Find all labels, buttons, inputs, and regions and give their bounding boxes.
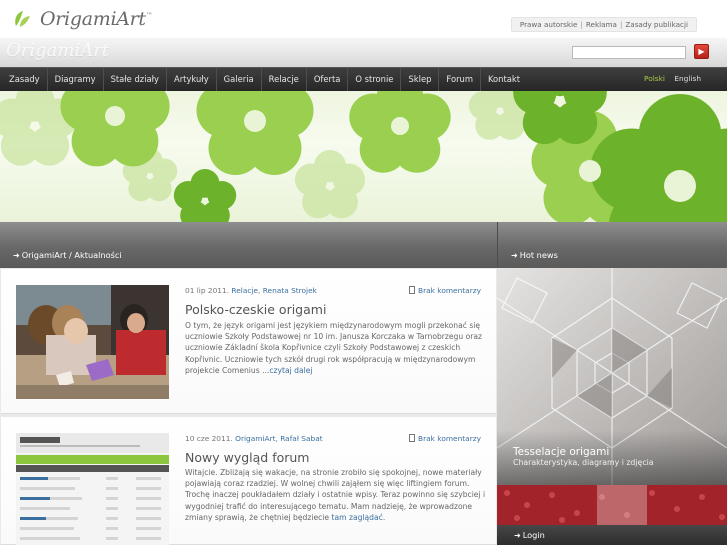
news-section-header: ➜ OrigamiArt / Aktualności (0, 222, 497, 268)
flower-pattern-image (0, 91, 727, 223)
nav-item-diagrams[interactable]: Diagramy (48, 68, 104, 92)
post-comments-link[interactable]: Brak komentarzy (409, 286, 481, 295)
nav-item-offer[interactable]: Oferta (307, 68, 349, 92)
breadcrumb[interactable]: ➜ OrigamiArt / Aktualności (13, 250, 122, 260)
logo-text: OrigamiArt™ (40, 8, 153, 30)
hot-news-item-subtitle: Charakterystyka, diagramy i zdjęcia (513, 458, 654, 467)
post-date: 01 lip 2011. (185, 286, 230, 295)
read-more-link[interactable]: czytaj dalej (269, 366, 312, 375)
post-meta: 10 cze 2011. OrigamiArt, Rafał Sabat (185, 434, 323, 443)
ghost-logo: OrigamiArt (6, 40, 110, 61)
post-category-link[interactable]: Relacje (231, 286, 258, 295)
nav-item-articles[interactable]: Artykuły (167, 68, 217, 92)
arrow-right-icon: ➜ (511, 251, 518, 260)
search-button[interactable]: ▶ (694, 44, 709, 59)
arrow-right-icon: ➜ (13, 251, 20, 260)
post-title[interactable]: Nowy wygląd forum (185, 450, 309, 465)
hot-news-item-title[interactable]: Tesselacje origami (513, 446, 609, 458)
hot-news-header: ➜ Hot news (497, 222, 727, 268)
nav-item-contact[interactable]: Kontakt (481, 68, 527, 92)
post-thumbnail-photo[interactable] (16, 285, 169, 399)
lang-polish[interactable]: Polski (644, 74, 665, 83)
nav-item-sections[interactable]: Stałe działy (104, 68, 167, 92)
nav-item-rules[interactable]: Zasady (0, 68, 48, 92)
lang-english[interactable]: English (674, 74, 701, 83)
nav-item-shop[interactable]: Sklep (401, 68, 440, 92)
nav-item-about[interactable]: O stronie (348, 68, 402, 92)
main-nav: Zasady Diagramy Stałe działy Artykuły Ga… (0, 67, 727, 92)
document-icon (409, 286, 416, 294)
hot-news-title: ➜ Hot news (511, 250, 558, 260)
post-excerpt: O tym, że język origami jest językiem mi… (185, 321, 483, 375)
top-bar: OrigamiArt™ Prawa autorskie | Reklama | … (0, 0, 727, 40)
post-date: 10 cze 2011. (185, 434, 233, 443)
nav-item-reports[interactable]: Relacje (262, 68, 307, 92)
language-switcher: Polski English (637, 68, 701, 90)
leaf-logo-icon (12, 8, 34, 30)
post-title[interactable]: Polsko-czeskie origami (185, 302, 326, 317)
read-more-link[interactable]: tam zaglądać. (332, 513, 386, 522)
top-link-ads[interactable]: Reklama (586, 20, 617, 29)
arrow-right-icon: ➜ (514, 531, 521, 540)
nav-item-forum[interactable]: Forum (439, 68, 481, 92)
arrow-right-icon: ▶ (698, 47, 705, 56)
post-author-link[interactable]: Rafał Sabat (280, 434, 322, 443)
post-excerpt: Witajcie. Zbliżają się wakacje, na stron… (185, 468, 486, 522)
post-category-link[interactable]: OrigamiArt (235, 434, 275, 443)
top-link-copyright[interactable]: Prawa autorskie (520, 20, 578, 29)
login-link[interactable]: ➜ Login (514, 530, 545, 540)
hero-banner (0, 91, 727, 223)
post-comments-link[interactable]: Brak komentarzy (409, 434, 481, 443)
document-icon (409, 434, 416, 442)
site-logo[interactable]: OrigamiArt™ (12, 6, 153, 32)
post-author-link[interactable]: Renata Strojek (263, 286, 317, 295)
post-meta: 01 lip 2011. Relacje, Renata Strojek (185, 286, 317, 295)
red-texture-image (497, 485, 727, 525)
top-link-rules[interactable]: Zasady publikacji (625, 20, 688, 29)
nav-item-gallery[interactable]: Galeria (217, 68, 262, 92)
post-thumbnail-screenshot[interactable] (16, 433, 169, 545)
top-links: Prawa autorskie | Reklama | Zasady publi… (510, 17, 697, 32)
search-input[interactable] (572, 46, 686, 59)
